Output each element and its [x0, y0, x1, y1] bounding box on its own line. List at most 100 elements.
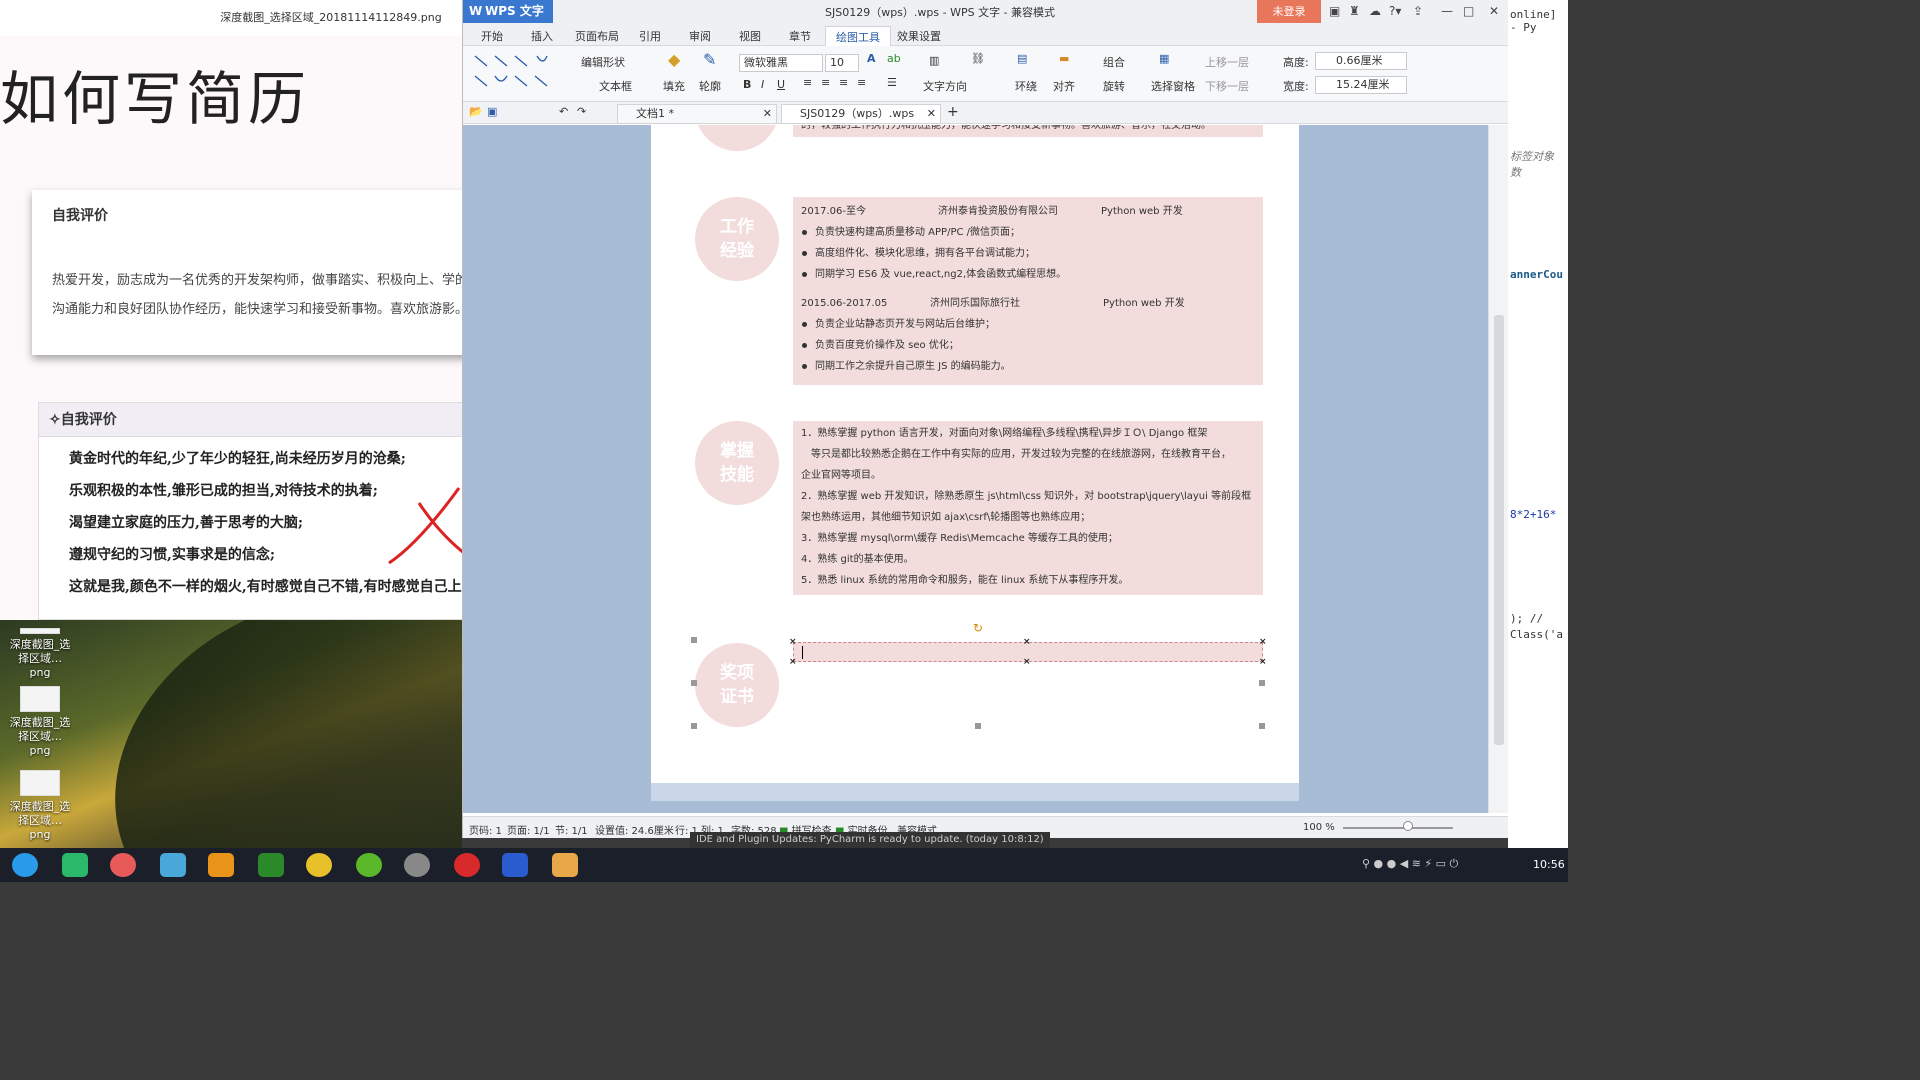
redo-icon[interactable]: ↷ [577, 105, 586, 118]
select-pane-icon[interactable]: ▦ [1159, 52, 1169, 65]
work-experience-box[interactable]: 2017.06-至今 济州泰肯投资股份有限公司 Python web 开发 负责快速… [793, 197, 1263, 385]
group-handle [1259, 723, 1265, 729]
tab-sjs0129[interactable]: SJS0129（wps）.wps ✕ [781, 104, 941, 124]
align-right-icon[interactable]: ≡ [839, 76, 848, 89]
line-shapes-icon[interactable] [471, 52, 571, 92]
maximize-icon[interactable]: □ [1463, 4, 1474, 18]
menu-drawing-tools[interactable]: 绘图工具 [825, 26, 891, 47]
height-label: 高度: [1283, 56, 1309, 69]
fill-icon[interactable]: ◆ [668, 50, 680, 69]
skills-box[interactable]: 1．熟练掌握 python 语言开发，对面向对象\网络编程\多线程\携程\异步Ｉ… [793, 421, 1263, 595]
text-direction-button[interactable]: 文字方向 [923, 78, 967, 94]
menu-insert[interactable]: 插入 [531, 28, 553, 44]
fill-button[interactable]: 填充 [663, 78, 685, 94]
menu-home[interactable]: 开始 [481, 28, 503, 44]
wrap-button[interactable]: 环绕 [1015, 78, 1037, 94]
music-icon[interactable] [454, 853, 480, 877]
font-color-icon[interactable]: A [867, 52, 876, 65]
bold-button[interactable]: B [743, 78, 751, 91]
outline-button[interactable]: 轮廓 [699, 78, 721, 94]
menu-view[interactable]: 视图 [739, 28, 761, 44]
zoom-slider[interactable] [1343, 827, 1453, 829]
ribbon-toolbar: 编辑形状 文本框 ◆ 填充 ✎ 轮廓 微软雅黑 10 A ab B I U ≡ … [463, 46, 1508, 102]
text-cursor [802, 646, 803, 659]
minimize-icon[interactable]: — [1441, 4, 1453, 18]
desktop-file-icon[interactable]: 深度截图_选择区域…png [8, 770, 72, 842]
scrollbar-thumb[interactable] [1494, 315, 1504, 745]
new-tab-icon[interactable]: + [947, 104, 959, 120]
edit-shape-button[interactable]: 编辑形状 [581, 54, 625, 70]
terminal-icon[interactable] [62, 853, 88, 877]
skill-line: 5．熟悉 linux 系统的常用命令和服务，能在 linux 系统下从事程序开发… [801, 575, 1129, 586]
skill-line: 等只是都比较熟悉企鹅在工作中有实际的应用，开发过较为完整的在线旅游网，在线教育平… [811, 449, 1231, 460]
line-spacing-icon[interactable]: ☰ [887, 76, 897, 89]
menu-reference[interactable]: 引用 [639, 28, 661, 44]
document-canvas[interactable]: 评价 的，较强的工作执行力和抗压能力，能快速学习和接受新事物。喜欢旅游、音乐，社… [463, 125, 1509, 813]
login-button[interactable]: 未登录 [1257, 0, 1321, 23]
help-icon[interactable]: ?▾ [1389, 4, 1401, 18]
width-input[interactable]: 15.24厘米 [1315, 76, 1407, 94]
text-columns-icon[interactable]: ▥ [929, 54, 939, 67]
document-page[interactable]: 评价 的，较强的工作执行力和抗压能力，能快速学习和接受新事物。喜欢旅游、音乐，社… [651, 125, 1299, 785]
save-icon[interactable]: ▣ [487, 105, 497, 118]
pycharm-icon[interactable] [258, 853, 284, 877]
zoom-slider-thumb[interactable] [1403, 821, 1413, 831]
tray-icons[interactable]: ⚲ ● ● ◀ ≋ ⚡ ▭ ⏻ [1362, 857, 1458, 871]
store-icon[interactable] [160, 853, 186, 877]
clock[interactable]: 10:56 [1533, 858, 1565, 871]
resume-heading: 如何写简历 [0, 65, 311, 133]
close-icon[interactable]: ✕ [1489, 4, 1499, 18]
desktop-file-icon[interactable]: 深度截图_选择区域…png [8, 628, 72, 680]
menu-review[interactable]: 审阅 [689, 28, 711, 44]
shirt-icon[interactable]: ♜ [1349, 4, 1360, 18]
textbox-button[interactable]: 文本框 [599, 78, 632, 94]
font-select[interactable]: 微软雅黑 [739, 54, 823, 72]
wps-menu-button[interactable]: WWPS 文字 ▾ [463, 0, 553, 41]
outline-icon[interactable]: ✎ [703, 50, 716, 69]
desktop-file-icon[interactable]: 深度截图_选择区域…png [8, 686, 72, 758]
vertical-scrollbar[interactable] [1488, 125, 1509, 813]
align-button[interactable]: 对齐 [1053, 78, 1075, 94]
rotate-handle-icon[interactable]: ↻ [973, 621, 983, 635]
upload-icon[interactable]: ⇪ [1413, 4, 1423, 18]
font-size-select[interactable]: 10 [825, 54, 859, 72]
skin-icon[interactable]: ▣ [1329, 4, 1340, 18]
browser-icon[interactable] [356, 853, 382, 877]
tab-document1[interactable]: 文档1 * ✕ [617, 104, 777, 124]
ide-update-notice[interactable]: IDE and Plugin Updates: PyCharm is ready… [690, 832, 1050, 848]
self-eval-line: 黄金时代的年纪,少了年少的轻狂,尚未经历岁月的沧桑; [69, 451, 406, 467]
wps-taskbar-icon[interactable] [502, 853, 528, 877]
wrap-icon[interactable]: ▤ [1017, 52, 1027, 65]
undo-icon[interactable]: ↶ [559, 105, 568, 118]
height-input[interactable]: 0.66厘米 [1315, 52, 1407, 70]
launcher-icon[interactable] [12, 853, 38, 877]
self-eval-box[interactable]: 的，较强的工作执行力和抗压能力，能快速学习和接受新事物。喜欢旅游、音乐，社交活动… [793, 125, 1263, 137]
select-pane-button[interactable]: 选择窗格 [1151, 78, 1195, 94]
menu-effects[interactable]: 效果设置 [897, 28, 941, 44]
justify-icon[interactable]: ≡ [857, 76, 866, 89]
menu-chapter[interactable]: 章节 [789, 28, 811, 44]
chat-icon[interactable]: ☁ [1369, 4, 1381, 18]
status-section: 节: 1/1 [555, 826, 588, 837]
open-icon[interactable]: 📂 [469, 105, 483, 118]
settings-icon[interactable] [404, 853, 430, 877]
send-backward-button[interactable]: 下移一层 [1205, 78, 1249, 94]
underline-button[interactable]: U [777, 78, 785, 91]
rotate-button[interactable]: 旋转 [1103, 78, 1125, 94]
group-handle [1259, 680, 1265, 686]
align-icon[interactable]: ▬ [1059, 52, 1069, 65]
link-icon[interactable]: ⛓ [971, 52, 985, 65]
job-item: 负责企业站静态页开发与网站后台维护； [793, 314, 1263, 335]
file-manager-icon[interactable] [208, 853, 234, 877]
chrome-icon[interactable] [306, 853, 332, 877]
image-viewer-icon[interactable] [552, 853, 578, 877]
italic-button[interactable]: I [761, 78, 764, 91]
highlight-icon[interactable]: ab [887, 52, 901, 65]
menu-layout[interactable]: 页面布局 [575, 28, 619, 44]
screenshot-icon[interactable] [110, 853, 136, 877]
align-left-icon[interactable]: ≡ [803, 76, 812, 89]
bring-forward-button[interactable]: 上移一层 [1205, 54, 1249, 70]
group-button[interactable]: 组合 [1103, 54, 1125, 70]
align-center-icon[interactable]: ≡ [821, 76, 830, 89]
resize-handle: × [789, 637, 797, 647]
